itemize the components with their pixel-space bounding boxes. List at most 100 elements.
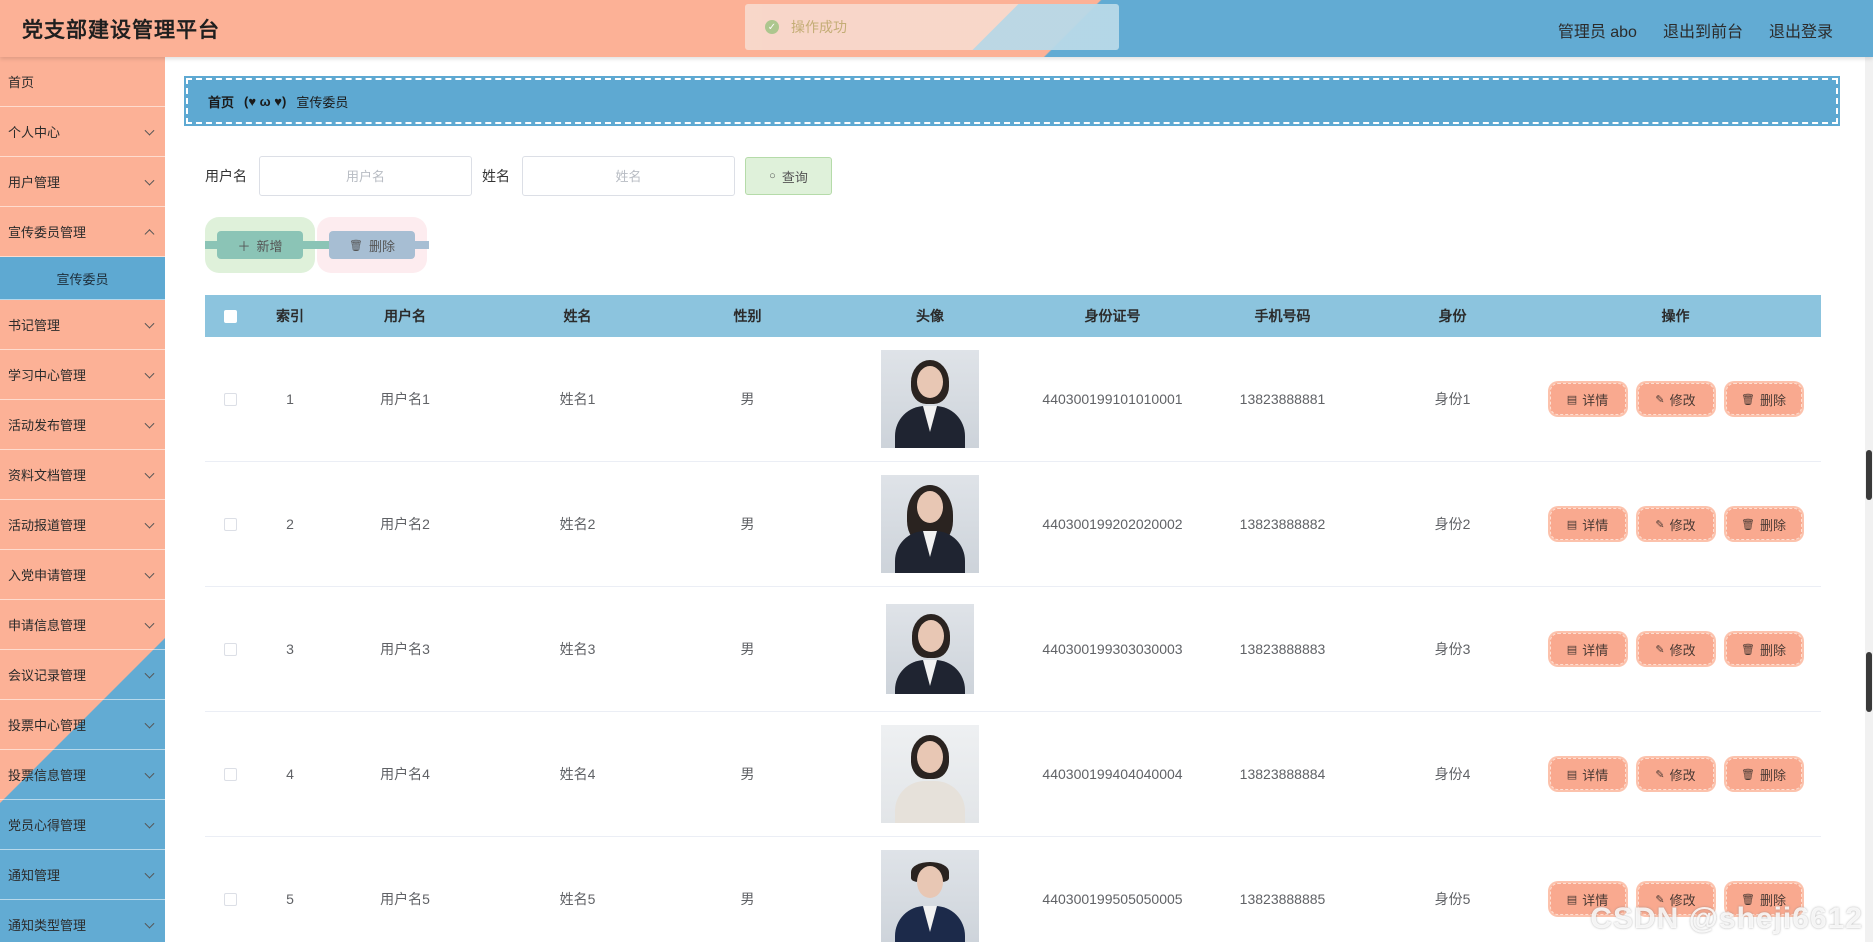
delete-label: 删除 (1759, 392, 1786, 408)
cell-index: 5 (286, 891, 294, 907)
cell-avatar (825, 604, 1035, 694)
cell-ops: ▤ 详情 ✎ 修改 🗑 删除 (1530, 508, 1821, 540)
sidebar-item-vote-center[interactable]: 投票中心管理 (0, 700, 165, 750)
query-button-label: 查询 (781, 169, 808, 185)
sidebar-item-study-center[interactable]: 学习中心管理 (0, 350, 165, 400)
sidebar-item-meeting-records[interactable]: 会议记录管理 (0, 650, 165, 700)
sidebar-item-label: 通知类型管理 (8, 918, 87, 933)
sidebar-item-label: 宣传委员 (56, 271, 109, 287)
edit-button[interactable]: ✎ 修改 (1637, 383, 1714, 415)
logout-link[interactable]: 退出登录 (1769, 18, 1833, 42)
detail-label: 详情 (1582, 767, 1609, 783)
search-icon: ○ (769, 170, 776, 182)
success-toast: ✓ 操作成功 (745, 4, 1119, 50)
sidebar-subitem-propaganda[interactable]: 宣传委员 (0, 257, 165, 300)
row-checkbox[interactable] (223, 892, 237, 906)
row-checkbox[interactable] (223, 517, 237, 531)
row-checkbox-cell (205, 517, 255, 531)
select-all-checkbox[interactable] (223, 309, 237, 323)
cell-sex: 男 (740, 516, 755, 532)
breadcrumb-home[interactable]: 首页 (208, 92, 234, 111)
sidebar-item-documents[interactable]: 资料文档管理 (0, 450, 165, 500)
cell-avatar (825, 350, 1035, 448)
chevron-down-icon (144, 918, 155, 929)
cell-phone: 13823888881 (1239, 391, 1326, 407)
cell-index: 4 (286, 766, 294, 782)
edit-button[interactable]: ✎ 修改 (1637, 758, 1714, 790)
cell-sex: 男 (740, 641, 755, 657)
delete-button[interactable]: 🗑 删除 (1725, 508, 1802, 540)
sidebar-item-secretary-management[interactable]: 书记管理 (0, 300, 165, 350)
sidebar-item-party-application[interactable]: 入党申请管理 (0, 550, 165, 600)
sidebar-item-propaganda-management[interactable]: 宣传委员管理 (0, 207, 165, 257)
header-username: 用户名 (384, 308, 426, 324)
cell-name: 姓名2 (559, 516, 596, 532)
trash-icon: 🗑 (349, 239, 363, 252)
sidebar-item-label: 资料文档管理 (8, 468, 87, 483)
batch-delete-button[interactable]: 🗑 删除 (329, 231, 415, 259)
watermark: CSDN @sheji6612 (1590, 902, 1863, 935)
query-button[interactable]: ○ 查询 (745, 157, 832, 195)
cell-idcard: 440300199202020002 (1042, 516, 1183, 532)
detail-button[interactable]: ▤ 详情 (1549, 758, 1626, 790)
cell-role: 身份1 (1434, 391, 1471, 407)
admin-user-label[interactable]: 管理员 abo (1558, 18, 1637, 42)
cell-username: 用户名2 (380, 516, 430, 532)
row-checkbox[interactable] (223, 642, 237, 656)
cell-avatar (825, 475, 1035, 573)
scrollbar-thumb[interactable] (1866, 450, 1872, 500)
pencil-icon: ✎ (1655, 393, 1665, 406)
search-bar: 用户名 姓名 ○ 查询 (205, 156, 832, 196)
sidebar-item-member-insights[interactable]: 党员心得管理 (0, 800, 165, 850)
edit-button[interactable]: ✎ 修改 (1637, 508, 1714, 540)
page-scrollbar[interactable] (1865, 57, 1873, 942)
cell-idcard: 440300199303030003 (1042, 641, 1183, 657)
avatar (881, 725, 979, 823)
cell-phone: 13823888882 (1239, 516, 1326, 532)
sidebar-item-label: 书记管理 (8, 318, 61, 333)
name-search-input[interactable] (522, 156, 735, 196)
sidebar-item-notices[interactable]: 通知管理 (0, 850, 165, 900)
detail-button[interactable]: ▤ 详情 (1549, 508, 1626, 540)
sidebar-item-notice-types[interactable]: 通知类型管理 (0, 900, 165, 942)
edit-button[interactable]: ✎ 修改 (1637, 633, 1714, 665)
batch-actions: ＋ 新增 🗑 删除 (205, 217, 435, 273)
sidebar-item-label: 活动发布管理 (8, 418, 87, 433)
batch-delete-label: 删除 (368, 238, 395, 254)
delete-button[interactable]: 🗑 删除 (1725, 633, 1802, 665)
detail-button[interactable]: ▤ 详情 (1549, 633, 1626, 665)
check-circle-icon: ✓ (765, 20, 779, 34)
sidebar-item-activity-reports[interactable]: 活动报道管理 (0, 500, 165, 550)
row-checkbox[interactable] (223, 767, 237, 781)
scrollbar-thumb[interactable] (1866, 652, 1872, 712)
row-checkbox[interactable] (223, 392, 237, 406)
chevron-down-icon (144, 768, 155, 779)
sidebar-item-label: 学习中心管理 (8, 368, 87, 383)
cell-username: 用户名5 (380, 891, 430, 907)
header-role: 身份 (1438, 308, 1467, 324)
chevron-down-icon (144, 175, 155, 186)
delete-label: 删除 (1759, 642, 1786, 658)
delete-button[interactable]: 🗑 删除 (1725, 383, 1802, 415)
sidebar-item-user-management[interactable]: 用户管理 (0, 157, 165, 207)
cell-ops: ▤ 详情 ✎ 修改 🗑 删除 (1530, 633, 1821, 665)
back-to-front-link[interactable]: 退出到前台 (1663, 18, 1743, 42)
detail-button[interactable]: ▤ 详情 (1549, 383, 1626, 415)
add-button[interactable]: ＋ 新增 (217, 231, 303, 259)
chevron-down-icon (144, 418, 155, 429)
sidebar-item-application-info[interactable]: 申请信息管理 (0, 600, 165, 650)
delete-button[interactable]: 🗑 删除 (1725, 758, 1802, 790)
avatar (881, 850, 979, 942)
cell-idcard: 440300199505050005 (1042, 891, 1183, 907)
sidebar-item-personal-center[interactable]: 个人中心 (0, 107, 165, 157)
sidebar-item-vote-info[interactable]: 投票信息管理 (0, 750, 165, 800)
chevron-down-icon (144, 718, 155, 729)
chevron-down-icon (144, 125, 155, 136)
chevron-down-icon (144, 868, 155, 879)
sidebar-item-activity-publish[interactable]: 活动发布管理 (0, 400, 165, 450)
username-search-input[interactable] (259, 156, 472, 196)
header-phone: 手机号码 (1254, 308, 1311, 324)
breadcrumb: 首页 (♥ ω ♥) 宣传委员 (184, 76, 1840, 126)
sidebar-item-home[interactable]: 首页 (0, 57, 165, 107)
sidebar: 首页 个人中心 用户管理 宣传委员管理 宣传委员 书记管理 学习中心管理 活动发… (0, 57, 165, 942)
